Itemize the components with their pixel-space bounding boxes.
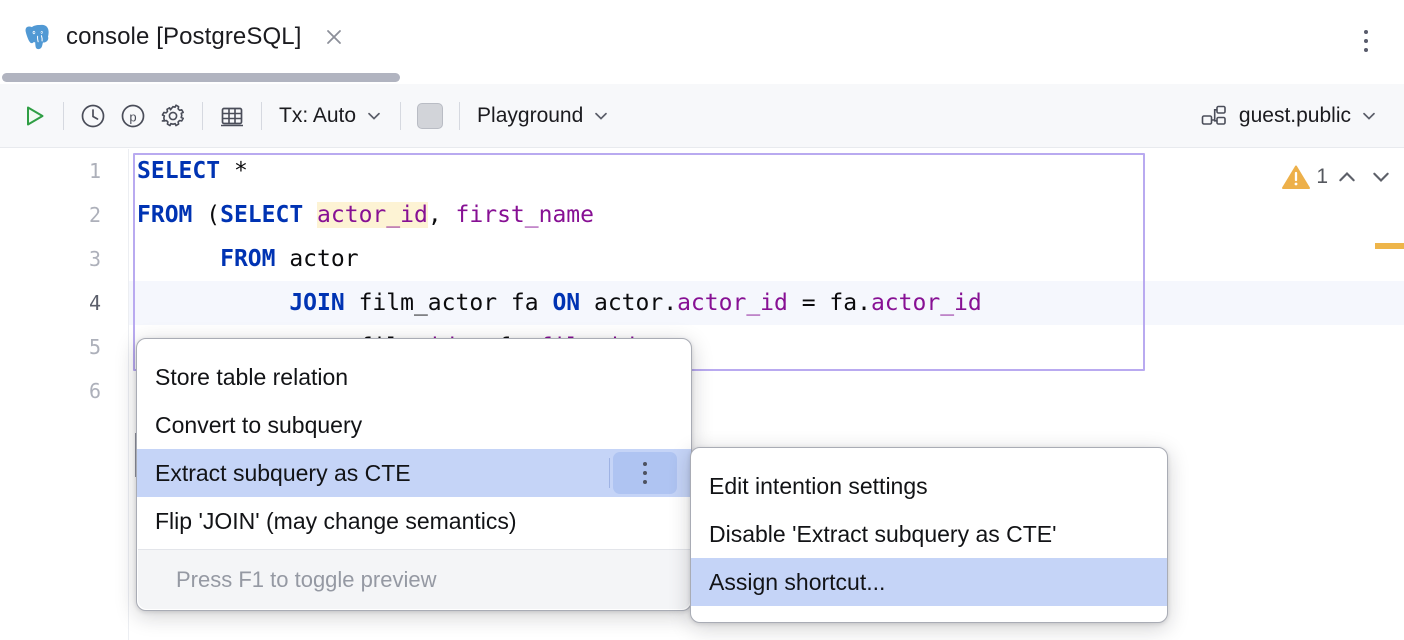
tab-scrollbar-thumb[interactable] <box>2 73 400 82</box>
stop-button[interactable] <box>410 96 450 136</box>
svg-text:p: p <box>129 109 136 124</box>
intention-submenu-list: Edit intention settings Disable 'Extract … <box>691 448 1167 606</box>
chevron-down-icon <box>1373 172 1389 182</box>
schema-playground-label: Playground <box>477 103 584 127</box>
submenu-item-label: Edit intention settings <box>709 472 928 499</box>
code-token: first_name <box>455 202 595 228</box>
gear-settings-icon <box>161 103 184 126</box>
code-token: * <box>220 158 248 184</box>
code-token: ( <box>192 202 221 228</box>
code-token: actor_id <box>317 202 428 228</box>
inspection-widget[interactable]: 1 <box>1280 161 1396 193</box>
toolbar-separator <box>63 101 64 130</box>
toolbar-separator <box>400 101 402 130</box>
code-token: ON <box>552 290 581 316</box>
intention-menu-item-label: Store table relation <box>155 363 349 390</box>
history-button[interactable] <box>73 96 113 136</box>
submenu-item[interactable]: Assign shortcut... <box>691 558 1167 606</box>
console-toolbar: p Tx: Auto Playground guest.public <box>0 84 1404 148</box>
toolbar-separator <box>459 101 461 130</box>
submenu-item-label: Assign shortcut... <box>709 568 886 595</box>
warning-count: 1 <box>1316 165 1328 188</box>
code-line: SELECT * <box>137 149 1146 193</box>
code-line: FROM actor <box>137 237 1146 281</box>
line-number: 6 <box>88 379 101 403</box>
tx-mode-label: Tx: Auto <box>279 103 357 127</box>
database-schema-icon <box>1201 105 1226 125</box>
chevron-up-icon <box>1339 172 1355 182</box>
prev-problem-button[interactable] <box>1332 162 1362 192</box>
line-number: 3 <box>88 247 101 271</box>
intention-menu-item[interactable]: Extract subquery as CTE <box>137 449 691 497</box>
postgresql-elephant-icon <box>25 24 49 50</box>
editor-gutter[interactable]: 1 2 3 4 5 6 <box>0 149 129 640</box>
intention-submenu-popup: Edit intention settings Disable 'Extract … <box>690 447 1168 623</box>
intention-menu-item-label: Extract subquery as CTE <box>155 459 411 486</box>
code-token: SELECT <box>220 202 304 228</box>
grid-table-icon <box>221 107 243 126</box>
line-number: 1 <box>88 159 101 183</box>
console-window: console [PostgreSQL] p Tx: Auto Playgrou… <box>0 0 1404 640</box>
tab-title: console [PostgreSQL] <box>66 23 302 50</box>
intention-menu-list: Store table relation Convert to subquery E… <box>137 339 691 545</box>
session-schema-label: guest.public <box>1238 103 1351 127</box>
run-button[interactable] <box>14 96 54 136</box>
code-token: , <box>427 202 456 228</box>
code-line: JOIN film_actor fa ON actor.actor_id = f… <box>137 281 1146 325</box>
table-view-button[interactable] <box>212 96 252 136</box>
kebab-vertical-icon[interactable] <box>609 452 677 494</box>
tab-bar: console [PostgreSQL] <box>0 0 1404 84</box>
code-token: film_actor fa <box>344 290 553 316</box>
toolbar-separator <box>261 101 262 130</box>
stop-square-icon <box>417 102 444 129</box>
code-token: FROM <box>220 246 276 272</box>
chevron-down-icon <box>1363 112 1375 120</box>
code-token: actor. <box>580 290 678 316</box>
code-token: actor_id <box>677 290 788 316</box>
code-token: actor <box>275 246 359 272</box>
submenu-item-label: Disable 'Extract subquery as CTE' <box>709 520 1057 547</box>
error-stripe-marker[interactable] <box>1375 243 1404 249</box>
settings-button[interactable] <box>153 96 193 136</box>
toolbar-separator <box>202 101 203 130</box>
intention-menu-item-label: Convert to subquery <box>155 411 363 438</box>
schema-playground-dropdown[interactable]: Playground <box>469 96 618 136</box>
code-token: JOIN <box>289 290 345 316</box>
tx-mode-dropdown[interactable]: Tx: Auto <box>271 96 391 136</box>
kebab-vertical-icon[interactable] <box>1352 26 1380 56</box>
intention-menu-item[interactable]: Store table relation <box>137 353 691 401</box>
code-token: actor_id <box>870 290 982 316</box>
session-schema-dropdown[interactable]: guest.public <box>1192 96 1386 136</box>
close-icon[interactable] <box>321 24 347 50</box>
line-number: 4 <box>88 291 101 315</box>
clock-history-icon <box>81 104 105 127</box>
intention-menu-item[interactable]: Flip 'JOIN' (may change semantics) <box>137 497 691 545</box>
intention-actions-popup: Store table relation Convert to subquery E… <box>136 338 692 611</box>
chevron-down-icon <box>368 112 380 120</box>
code-line: FROM (SELECT actor_id, first_name <box>137 193 1146 237</box>
line-number: 2 <box>88 203 101 227</box>
line-number: 5 <box>88 335 101 359</box>
submenu-item[interactable]: Disable 'Extract subquery as CTE' <box>691 510 1167 558</box>
circled-p-parameters-icon: p <box>121 104 145 127</box>
intention-menu-item-label: Flip 'JOIN' (may change semantics) <box>155 507 517 534</box>
code-token: = fa. <box>787 290 871 316</box>
intention-popup-footer: Press F1 to toggle preview <box>138 549 690 609</box>
code-token: FROM <box>137 202 193 228</box>
run-play-icon <box>27 106 44 125</box>
submenu-item[interactable]: Edit intention settings <box>691 462 1167 510</box>
parameters-button[interactable]: p <box>113 96 153 136</box>
chevron-down-icon <box>595 112 608 120</box>
warning-triangle-icon <box>1282 165 1311 189</box>
code-token: SELECT <box>137 158 221 184</box>
editor-tab-console[interactable]: console [PostgreSQL] <box>18 14 353 60</box>
next-problem-button[interactable] <box>1366 162 1396 192</box>
intention-menu-item[interactable]: Convert to subquery <box>137 401 691 449</box>
